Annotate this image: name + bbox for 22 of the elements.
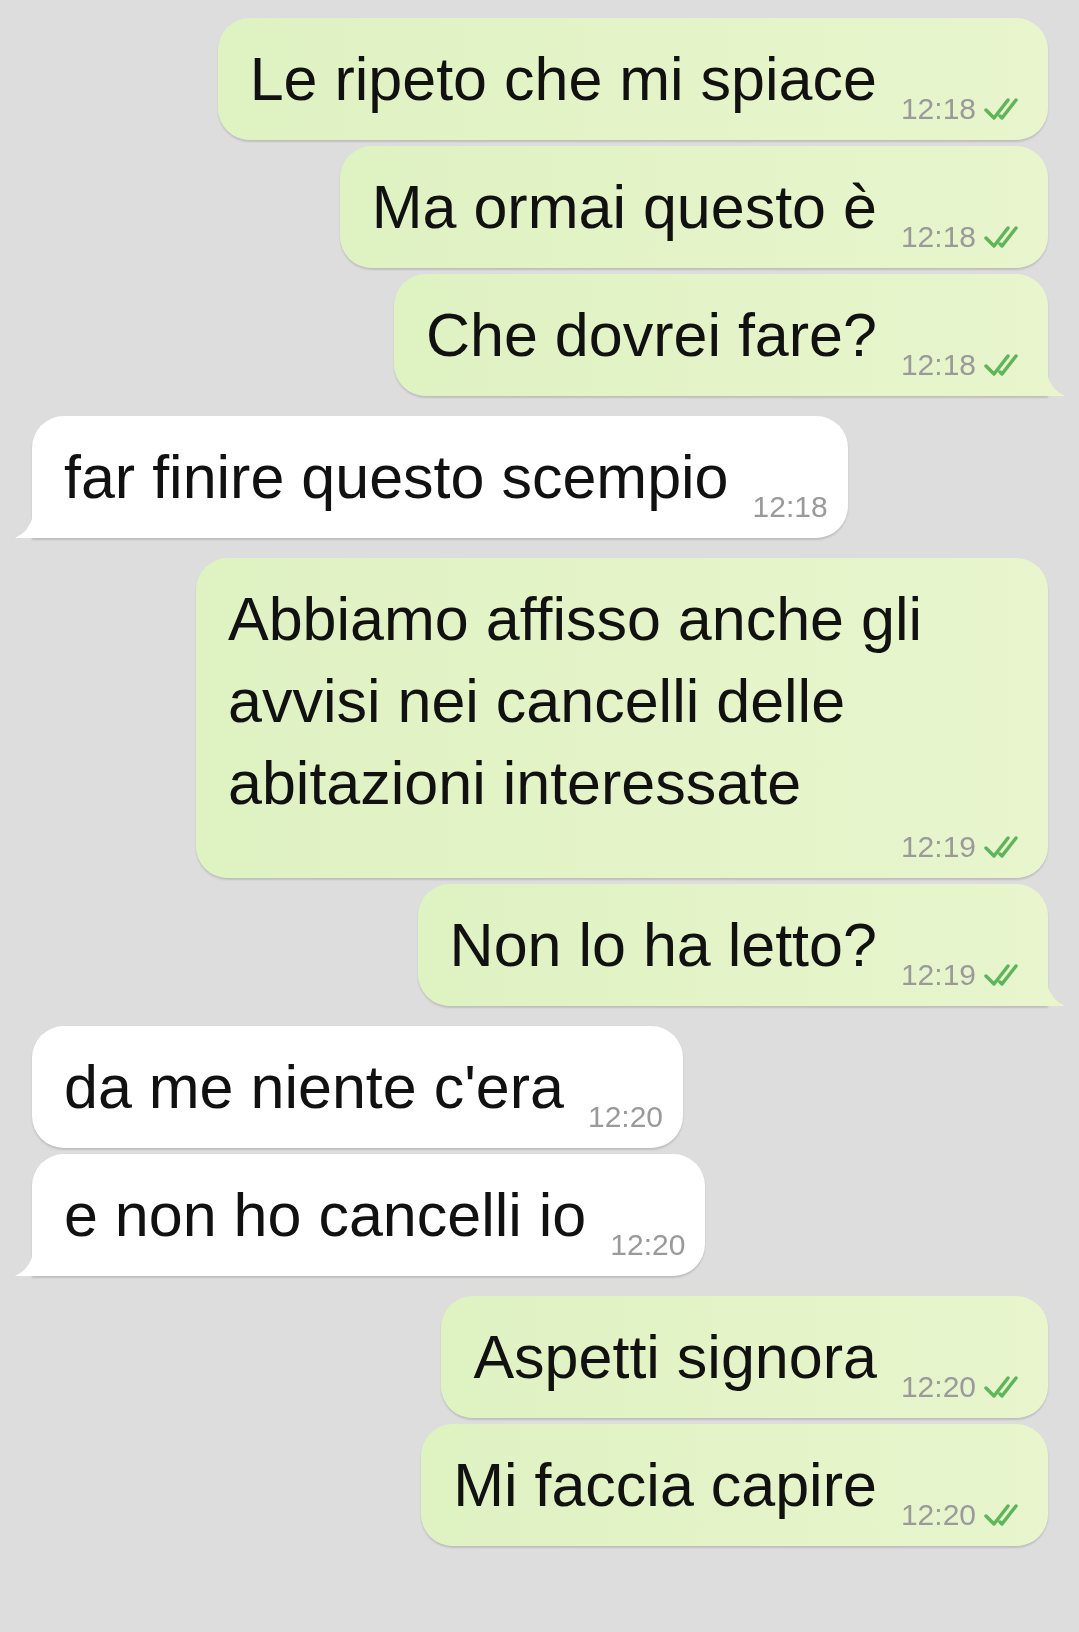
message-text: Mi faccia capire [453, 1450, 877, 1521]
message-text: e non ho cancelli io [64, 1180, 587, 1251]
message-text: Che dovrei fare? [425, 300, 877, 371]
message-time: 12:20 [587, 1100, 664, 1134]
message-time: 12:18 [900, 220, 976, 254]
message-text: Aspetti signora [473, 1322, 877, 1393]
message-text: Ma ormai questo è [371, 172, 877, 243]
message-time: 12:19 [900, 830, 976, 864]
bubble-tail-icon [1047, 374, 1065, 396]
message-time: 12:20 [900, 1370, 976, 1404]
message-text: da me niente c'era [64, 1052, 564, 1123]
message-text: far finire questo scempio [64, 442, 729, 513]
message-text: Le ripeto che mi spiace [249, 44, 877, 115]
bubble-tail-icon [1047, 984, 1065, 1006]
message-time: 12:18 [900, 92, 976, 126]
message-time: 12:18 [900, 348, 976, 382]
message-time: 12:20 [900, 1498, 976, 1532]
message-time: 12:20 [610, 1228, 686, 1262]
message-time: 12:19 [900, 958, 976, 992]
message-text: Abbiamo affisso anche gli avvisi nei cancelli delle abitazioni interessate [228, 584, 924, 819]
message-time: 12:18 [752, 490, 828, 524]
message-text: Non lo ha letto? [449, 910, 877, 981]
